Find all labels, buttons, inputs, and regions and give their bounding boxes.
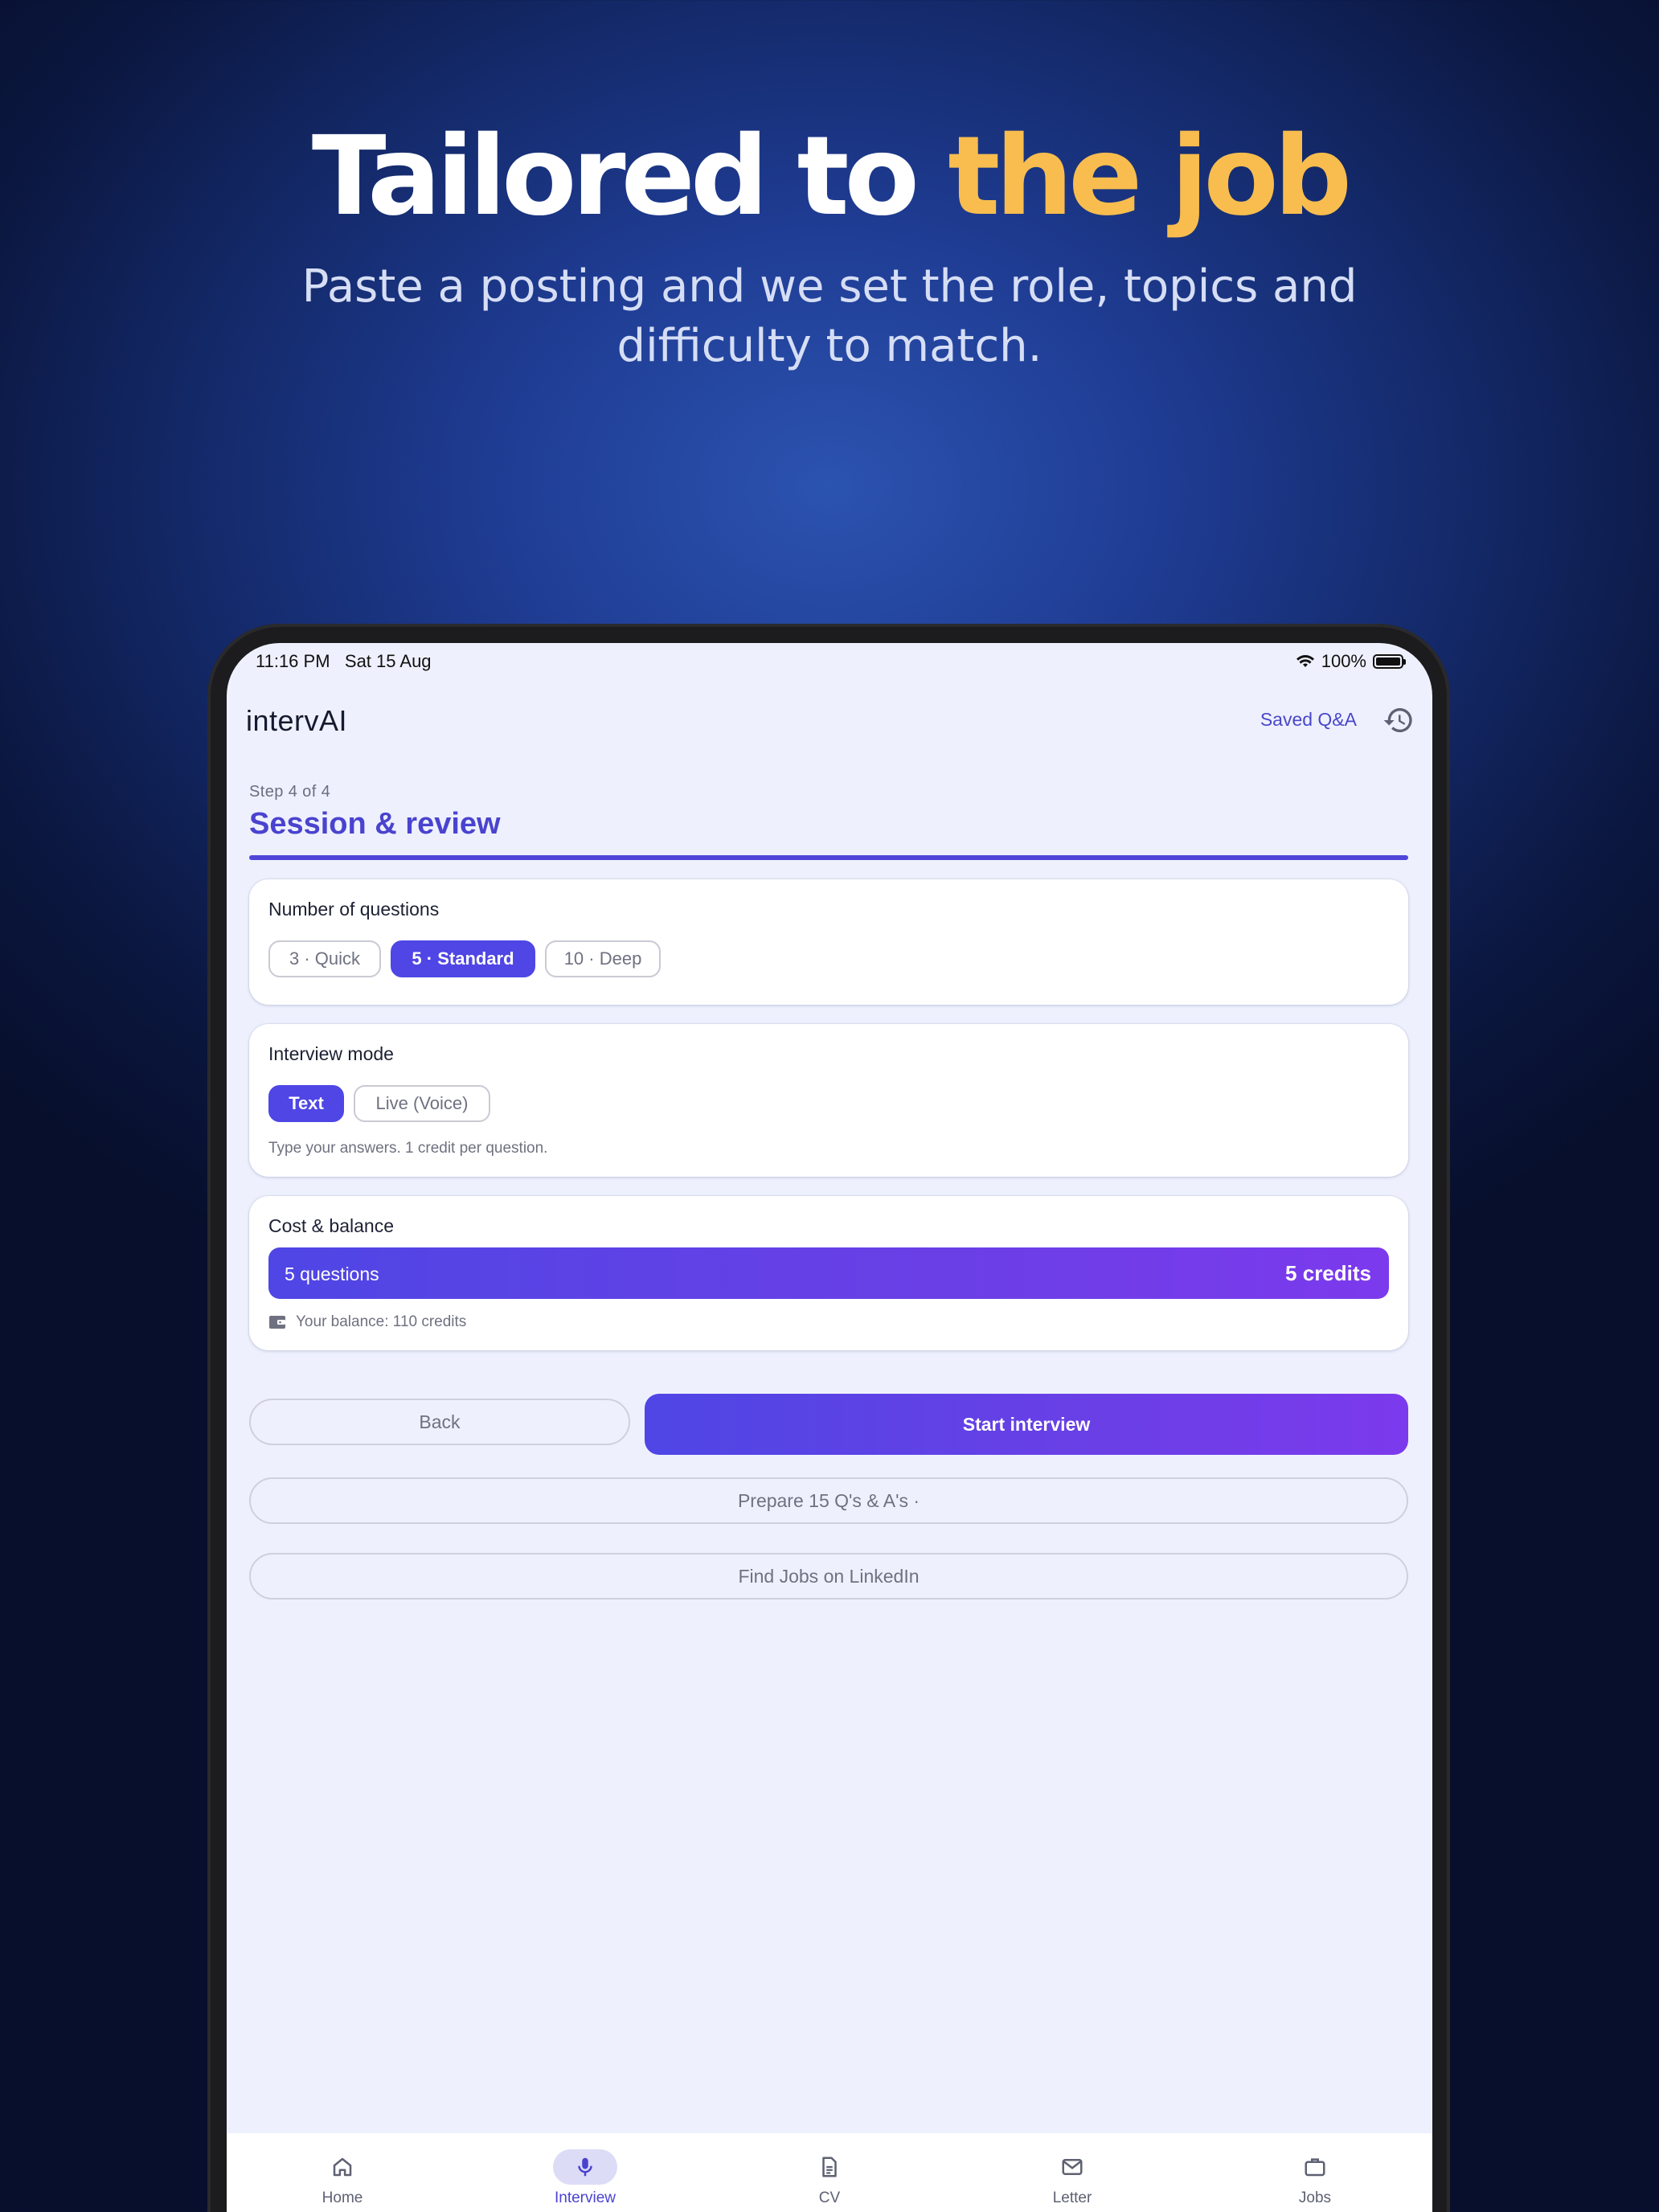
tab-cv-label: CV: [818, 2189, 841, 2206]
mode-text[interactable]: Text: [268, 1085, 344, 1122]
document-icon: [822, 2157, 837, 2177]
hero-title-main: Tailored to: [311, 113, 948, 240]
app-bar: intervAI Saved Q&A: [227, 698, 1432, 746]
tab-jobs[interactable]: Jobs: [1235, 2133, 1395, 2212]
hero-title: Tailored to the job: [0, 113, 1659, 241]
tab-interview-label: Interview: [554, 2189, 616, 2206]
cost-credits: 5 credits: [1285, 1261, 1371, 1285]
tab-interview[interactable]: Interview: [505, 2133, 666, 2212]
status-time: 11:16 PM Sat 15 Aug: [256, 651, 432, 671]
find-jobs-linkedin-button[interactable]: Find Jobs on LinkedIn: [249, 1553, 1408, 1600]
balance-row: Your balance: 110 credits: [268, 1313, 466, 1331]
cost-card: Cost & balance 5 questions 5 credits You…: [249, 1196, 1408, 1350]
tab-home-label: Home: [322, 2189, 363, 2206]
tab-letter[interactable]: Letter: [992, 2133, 1153, 2212]
questions-card: Number of questions 3 · Quick 5 · Standa…: [249, 879, 1408, 1005]
back-button[interactable]: Back: [249, 1399, 630, 1445]
wallet-icon: [269, 1316, 285, 1329]
mode-helper-text: Type your answers. 1 credit per question…: [268, 1140, 548, 1157]
cost-card-title: Cost & balance: [268, 1215, 394, 1236]
step-label: Step 4 of 4: [249, 783, 331, 801]
tab-cv[interactable]: CV: [749, 2133, 910, 2212]
step-progress-bar: [249, 855, 1408, 860]
hero-subtitle: Paste a posting and we set the role, top…: [301, 260, 1358, 372]
wifi-icon: [1296, 655, 1314, 667]
battery-icon: [1373, 654, 1406, 669]
history-icon[interactable]: [1382, 704, 1415, 736]
battery-percent: 100%: [1321, 651, 1366, 671]
mail-icon: [1062, 2159, 1083, 2175]
prepare-qa-button[interactable]: Prepare 15 Q's & A's ·: [249, 1477, 1408, 1524]
saved-qa-link[interactable]: Saved Q&A: [1260, 709, 1357, 731]
tab-home[interactable]: Home: [262, 2133, 423, 2212]
option-deep[interactable]: 10 · Deep: [545, 940, 661, 977]
cost-questions: 5 questions: [285, 1264, 379, 1284]
step-title: Session & review: [249, 807, 501, 841]
mode-card-title: Interview mode: [268, 1043, 394, 1064]
option-standard[interactable]: 5 · Standard: [391, 940, 535, 977]
microphone-icon: [578, 2157, 592, 2177]
home-icon: [333, 2157, 352, 2177]
app-screen: 11:16 PM Sat 15 Aug 100% intervAI Saved …: [227, 643, 1432, 2212]
mode-card: Interview mode Text Live (Voice) Type yo…: [249, 1024, 1408, 1177]
tab-letter-label: Letter: [1052, 2189, 1092, 2206]
hero-title-accent: the job: [948, 113, 1352, 240]
briefcase-icon: [1305, 2158, 1325, 2177]
start-interview-button[interactable]: Start interview: [645, 1394, 1408, 1455]
bottom-tab-bar: Home Interview CV Letter Jobs: [227, 2133, 1432, 2212]
mode-live-voice[interactable]: Live (Voice): [354, 1085, 490, 1122]
app-title: intervAI: [246, 704, 348, 737]
option-quick[interactable]: 3 · Quick: [268, 940, 381, 977]
status-bar: 11:16 PM Sat 15 Aug 100%: [227, 643, 1432, 682]
tab-jobs-label: Jobs: [1298, 2189, 1332, 2206]
questions-card-title: Number of questions: [268, 899, 440, 920]
cost-summary-bar: 5 questions 5 credits: [268, 1247, 1389, 1299]
balance-text: Your balance: 110 credits: [296, 1313, 467, 1330]
